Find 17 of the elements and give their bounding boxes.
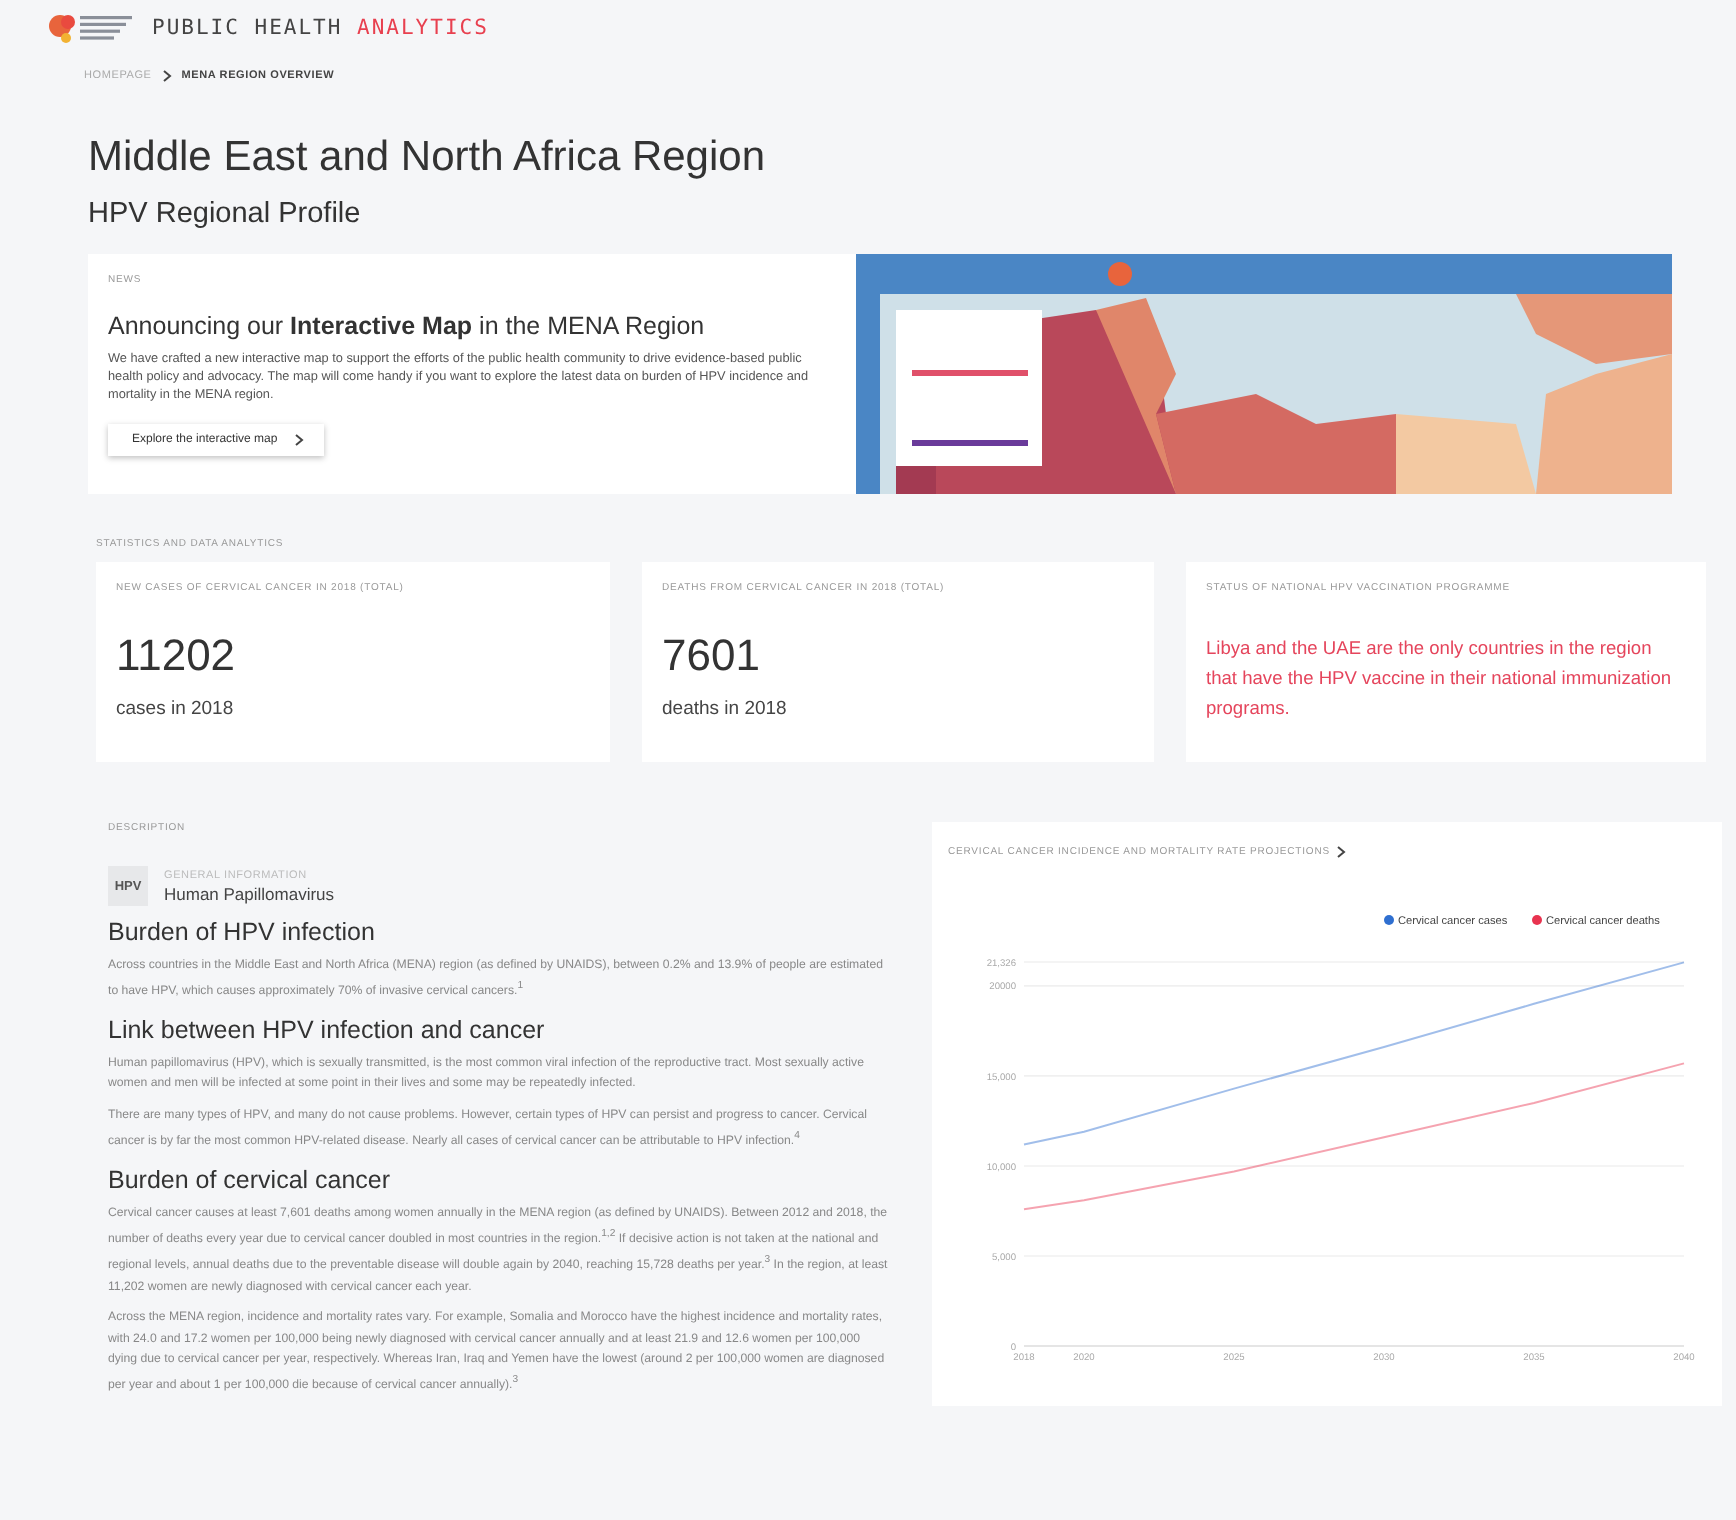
section-heading: Burden of cervical cancer	[108, 1165, 393, 1193]
section-heading: Link between HPV infection and cancer	[108, 1015, 547, 1044]
chevron-icon	[293, 433, 304, 446]
section-heading: Burden of HPV infection	[108, 918, 377, 946]
page-subtitle: HPV Regional Profile	[88, 198, 363, 230]
news-heading: Announcing our Interactive Map in the MENA Region	[108, 312, 707, 340]
stat-caption: deaths in 2018	[662, 698, 789, 720]
page-title: Middle East and North Africa Region	[88, 134, 768, 182]
logo-icon[interactable]	[48, 10, 136, 46]
stat-value: 11202	[116, 630, 238, 682]
stat-value: 7601	[662, 630, 762, 682]
info-name: Human Papillomavirus	[164, 883, 335, 903]
chevron-icon	[161, 70, 172, 82]
logo-text: PUBLIC HEALTH ANALYTICS	[152, 16, 489, 40]
chevron-icon	[1335, 846, 1346, 858]
status-note: Libya and the UAE are the only countries in the region that have the HPV vaccine in their national immunization programs.	[1206, 636, 1674, 722]
stat-caption: cases in 2018	[116, 698, 236, 720]
